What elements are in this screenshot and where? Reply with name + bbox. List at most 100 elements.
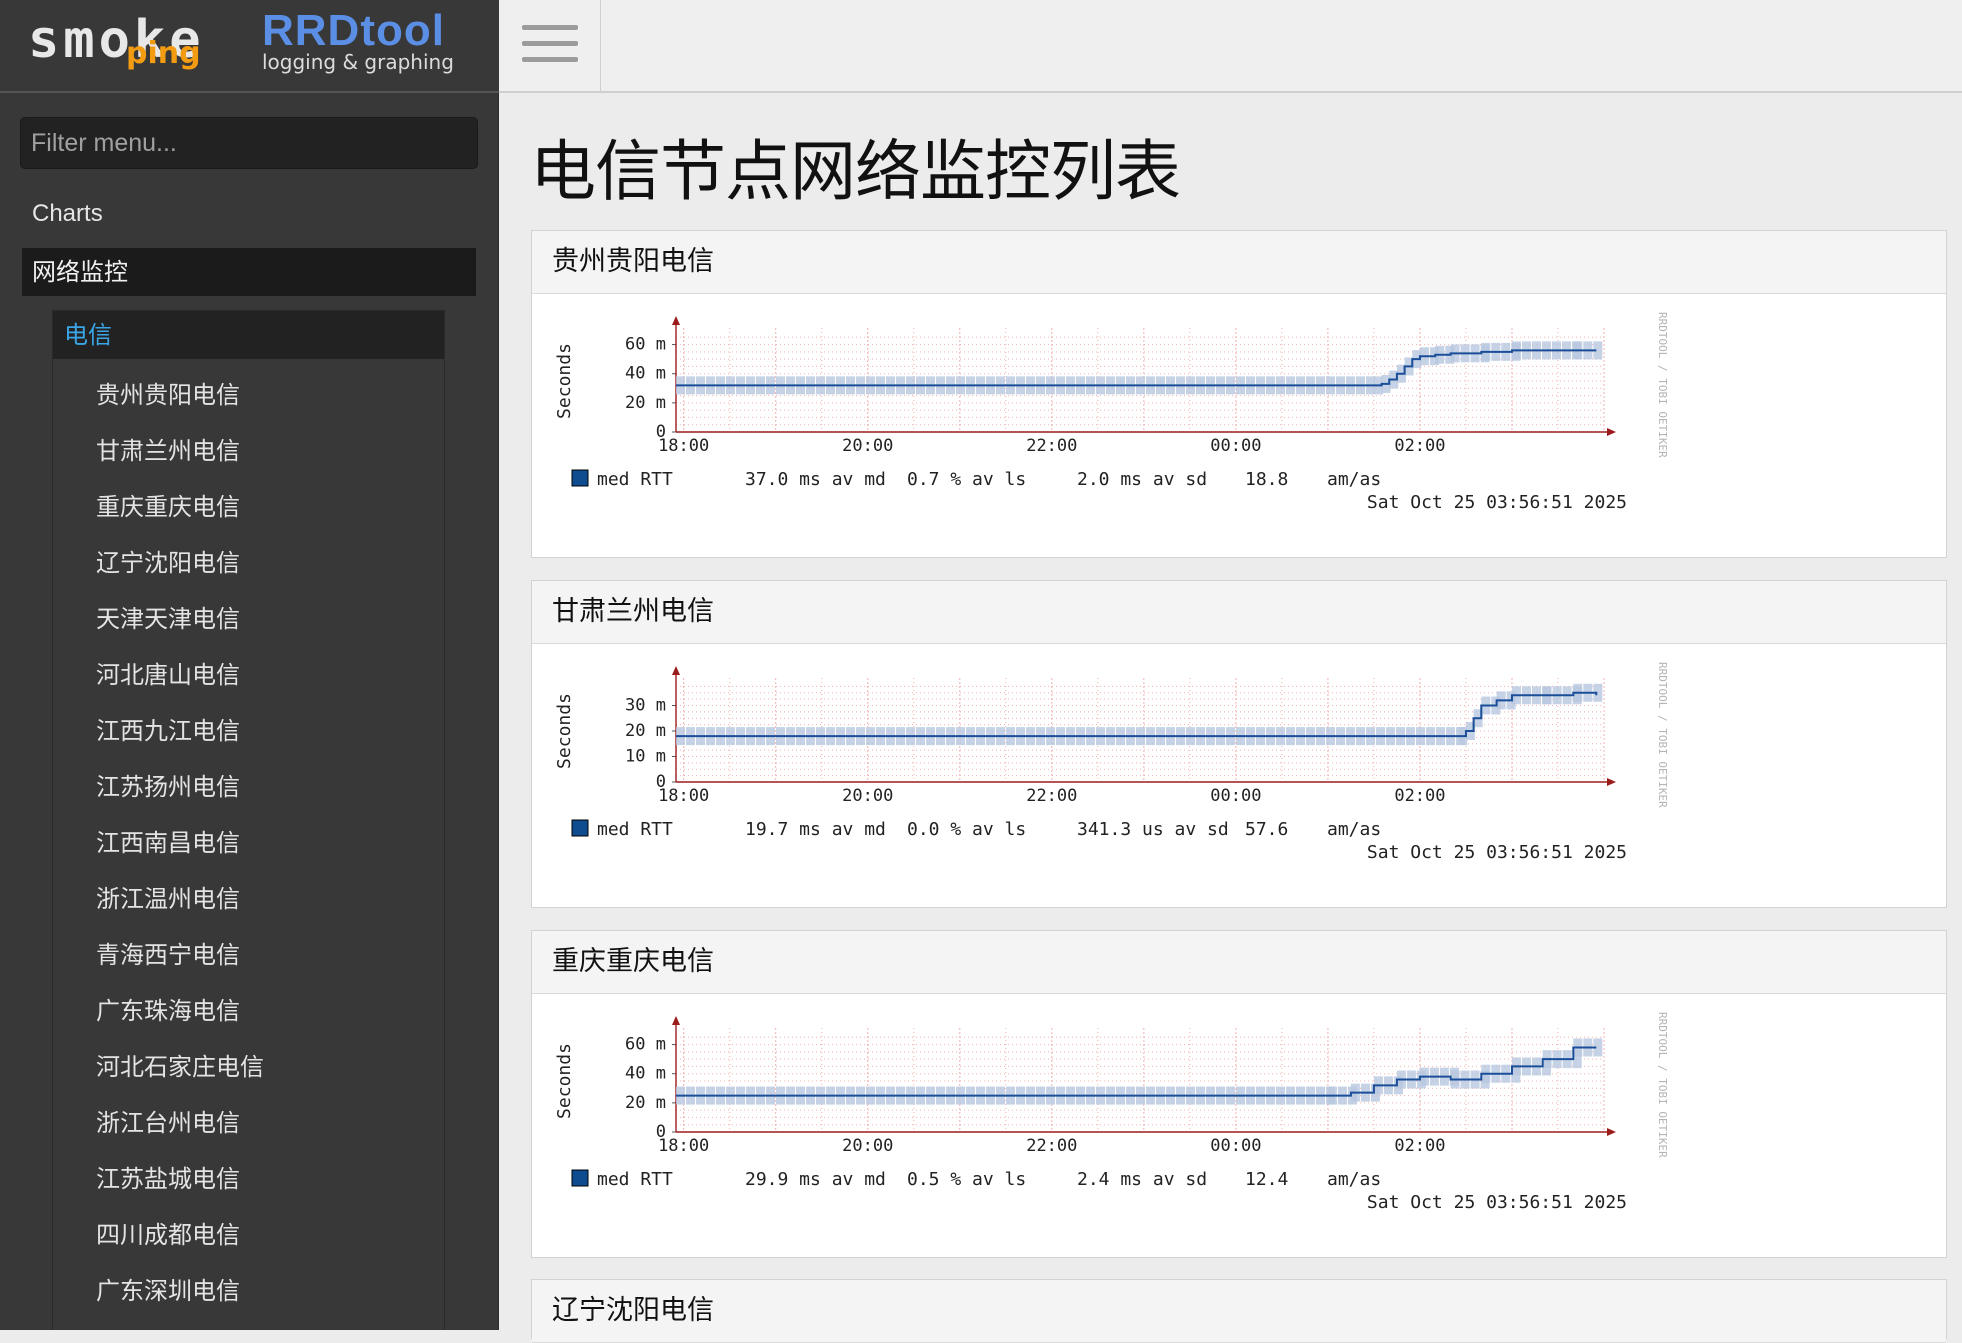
sidebar-node-item[interactable]: 甘肃兰州电信 (53, 423, 444, 479)
y-axis-arrow (672, 666, 680, 675)
x-tick-label: 22:00 (1026, 1136, 1077, 1156)
x-tick-label: 20:00 (842, 786, 893, 806)
x-axis-arrow (1607, 1128, 1616, 1136)
x-tick-label: 18:00 (658, 436, 709, 456)
sidebar-node-item[interactable]: 河北唐山电信 (53, 647, 444, 703)
x-tick-label: 00:00 (1210, 786, 1261, 806)
legend-swatch (571, 469, 589, 487)
menu-toggle-button[interactable] (499, 0, 601, 93)
x-tick-label: 22:00 (1026, 786, 1077, 806)
x-tick-label: 02:00 (1394, 786, 1445, 806)
x-tick-label: 02:00 (1394, 1136, 1445, 1156)
sidebar-node-item[interactable]: 天津天津电信 (53, 591, 444, 647)
y-tick-label: 10 m (625, 747, 666, 767)
page-title: 电信节点网络监控列表 (530, 133, 1181, 210)
submenu-telecom: 电信 贵州贵阳电信 甘肃兰州电信 重庆重庆电信 辽宁沈阳电信 天津天津电信 河北唐山电信江… (52, 310, 445, 1330)
y-tick-label: 20 m (625, 1093, 666, 1113)
y-axis-arrow (672, 316, 680, 325)
x-tick-label: 20:00 (842, 1136, 893, 1156)
panel-title[interactable]: 贵州贵阳电信 (532, 231, 1946, 294)
rtt-graph[interactable]: 60 m40 m20 m018:00 20:00 22:00 00:00 02:00Se… (532, 294, 1946, 558)
legend-text: med RTT (597, 1169, 673, 1190)
sidebar-node-item[interactable]: 青海西宁电信 (53, 927, 444, 983)
sidebar-node-item[interactable]: 浙江温州电信 (53, 871, 444, 927)
y-tick-label: 30 m (625, 696, 666, 716)
x-tick-label: 00:00 (1210, 1136, 1261, 1156)
legend-text: 19.7 ms av md (745, 819, 886, 840)
sidebar-node-item[interactable]: 浙江台州电信 (53, 1095, 444, 1151)
logo-bar: smoke ping RRDtool logging & graphing (0, 0, 499, 93)
filter-menu-input[interactable] (20, 117, 478, 169)
panel-title[interactable]: 甘肃兰州电信 (532, 581, 1946, 644)
x-tick-label: 00:00 (1210, 436, 1261, 456)
chart-panel: 重庆重庆电信 60 m 40 m 20 m 0 18:00 20:00 22:00 00:00… (531, 930, 1947, 1258)
legend-text: 29.9 ms av md (745, 1169, 886, 1190)
legend-swatch (571, 1169, 589, 1187)
sidebar-node-item[interactable]: 辽宁沈阳电信 (53, 535, 444, 591)
rrdtool-logo-sub: logging & graphing (262, 50, 454, 74)
rrdtool-logo: RRDtool (262, 6, 445, 55)
y-tick-label: 60 m (625, 335, 666, 355)
legend-text: 12.4 (1245, 1169, 1288, 1190)
legend-swatch (571, 819, 589, 837)
chart-panel: 贵州贵阳电信 60 m 40 m 20 m 0 18:00 20:00 22:00 00:00… (531, 230, 1947, 558)
x-tick-label: 20:00 (842, 436, 893, 456)
sidebar-node-item[interactable]: 江苏盐城电信 (53, 1151, 444, 1207)
chart-panel: 辽宁沈阳电信 (531, 1279, 1947, 1343)
smokeping-logo-ping: ping (126, 36, 201, 71)
y-tick-label: 40 m (625, 364, 666, 384)
hamburger-icon (522, 57, 578, 62)
legend-text: 2.0 ms av sd (1077, 469, 1207, 490)
node-list: 贵州贵阳电信 甘肃兰州电信 重庆重庆电信 辽宁沈阳电信 天津天津电信 河北唐山电信 江西九江… (53, 367, 444, 1319)
x-tick-label: 18:00 (658, 786, 709, 806)
top-bar (499, 0, 1962, 93)
sidebar: smoke ping RRDtool logging & graphing Ch… (0, 0, 499, 1330)
legend-text: 18.8 (1245, 469, 1288, 490)
sidebar-node-item[interactable]: 贵州贵阳电信 (53, 367, 444, 423)
sidebar-node-item[interactable]: 江苏扬州电信 (53, 759, 444, 815)
x-tick-label: 18:00 (658, 1136, 709, 1156)
x-axis-arrow (1607, 428, 1616, 436)
panel-title[interactable]: 辽宁沈阳电信 (532, 1280, 1946, 1343)
sidebar-node-item[interactable]: 重庆重庆电信 (53, 479, 444, 535)
y-tick-label: 60 m (625, 1035, 666, 1055)
graph-timestamp: Sat Oct 25 03:56:51 2025 (1367, 1192, 1627, 1213)
y-axis-label: Seconds (554, 343, 575, 419)
sidebar-group-telecom[interactable]: 电信 (53, 311, 444, 359)
x-axis-arrow (1607, 778, 1616, 786)
legend-text: 2.4 ms av sd (1077, 1169, 1207, 1190)
graph-timestamp: Sat Oct 25 03:56:51 2025 (1367, 492, 1627, 513)
legend-text: 0.0 % av ls (907, 819, 1026, 840)
hamburger-icon (522, 41, 578, 46)
legend-text: 57.6 (1245, 819, 1288, 840)
y-tick-label: 20 m (625, 721, 666, 741)
rtt-graph[interactable]: 30 m20 m10 m018:00 20:00 22:00 00:00 02:00Se… (532, 644, 1946, 908)
rrdtool-watermark: RRDTOOL / TOBI OETIKER (1656, 1012, 1669, 1158)
sidebar-node-item[interactable]: 广东珠海电信 (53, 983, 444, 1039)
sidebar-node-item[interactable]: 江西九江电信 (53, 703, 444, 759)
hamburger-icon (522, 25, 578, 30)
sidebar-node-item[interactable]: 广东深圳电信 (53, 1263, 444, 1319)
panel-title[interactable]: 重庆重庆电信 (532, 931, 1946, 994)
legend-text: 0.7 % av ls (907, 469, 1026, 490)
rrdtool-watermark: RRDTOOL / TOBI OETIKER (1656, 662, 1669, 808)
legend-text: am/as (1327, 819, 1381, 840)
graph-timestamp: Sat Oct 25 03:56:51 2025 (1367, 842, 1627, 863)
rrdtool-watermark: RRDTOOL / TOBI OETIKER (1656, 312, 1669, 458)
sidebar-item-network-monitor[interactable]: 网络监控 (22, 248, 476, 296)
legend-text: am/as (1327, 469, 1381, 490)
legend-text: med RTT (597, 469, 673, 490)
sidebar-node-item[interactable]: 河北石家庄电信 (53, 1039, 444, 1095)
legend-text: 37.0 ms av md (745, 469, 886, 490)
chart-panel: 甘肃兰州电信 30 m 20 m 10 m 0 18:00 20:00 22:00 00:00… (531, 580, 1947, 908)
sidebar-node-item[interactable]: 江西南昌电信 (53, 815, 444, 871)
rtt-graph[interactable]: 60 m40 m20 m018:00 20:00 22:00 00:00 02:00Se… (532, 994, 1946, 1258)
legend-text: med RTT (597, 819, 673, 840)
legend-text: am/as (1327, 1169, 1381, 1190)
y-tick-label: 20 m (625, 393, 666, 413)
y-axis-label: Seconds (554, 1043, 575, 1119)
y-axis-label: Seconds (554, 693, 575, 769)
sidebar-item-charts[interactable]: Charts (32, 200, 103, 228)
sidebar-node-item[interactable]: 四川成都电信 (53, 1207, 444, 1263)
x-tick-label: 22:00 (1026, 436, 1077, 456)
